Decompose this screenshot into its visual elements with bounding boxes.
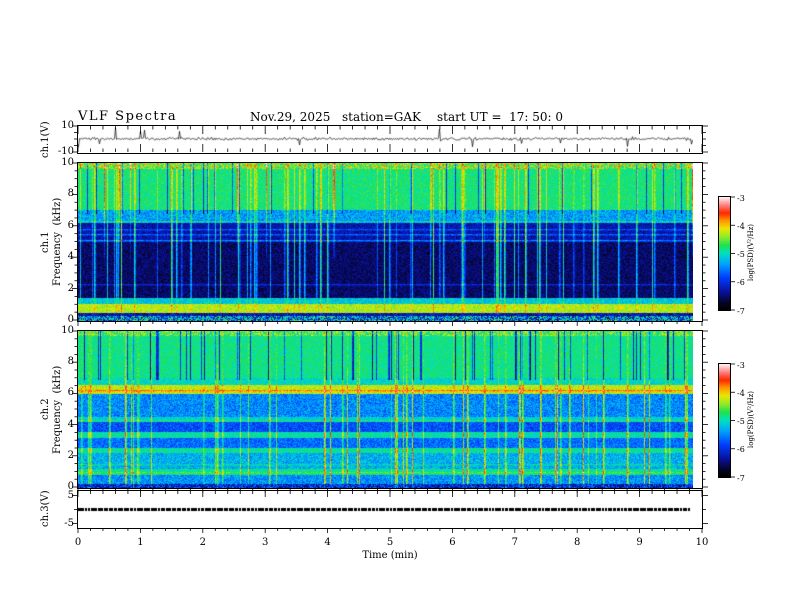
colorbar2-tick-label: -4 (737, 388, 745, 398)
colorbar-2-canvas (719, 364, 730, 477)
ch3-canvas (78, 491, 693, 528)
x-tick-label: 8 (574, 537, 581, 548)
figure-root: VLF Spectra Nov.29, 2025 station=GAK sta… (0, 0, 792, 612)
x-axis-title: Time (min) (362, 550, 418, 561)
colorbar-1 (718, 196, 731, 311)
x-tick-label: 1 (137, 537, 144, 548)
x-tick-label: 6 (449, 537, 456, 548)
ch2-spectrogram-panel (77, 330, 703, 489)
waveform-panel (77, 125, 703, 154)
x-tick-label: 9 (636, 537, 643, 548)
y-label-ch3v: ch.3(V) (40, 490, 51, 528)
y-label-spec1-frequency: Frequency (kHz) (52, 197, 63, 287)
ch1-spectrogram-panel (77, 162, 703, 322)
colorbar1-tick-label: -4 (737, 221, 745, 231)
x-tick-label: 2 (199, 537, 206, 548)
y-label-ch1v: ch.1(V) (40, 121, 51, 159)
waveform-canvas (78, 126, 693, 153)
colorbar2-tick-label: -7 (737, 473, 745, 483)
colorbar-2-unit-label: log(PSD)(V²/Hz) (747, 391, 755, 448)
colorbar1-tick-label: -7 (737, 306, 745, 316)
colorbar-1-unit-label: log(PSD)(V²/Hz) (747, 224, 755, 281)
ch3-panel (77, 490, 703, 529)
y-label-spec2-frequency: Frequency (kHz) (52, 365, 63, 454)
ch2-spectrogram-canvas (78, 331, 693, 488)
colorbar1-tick-label: -3 (737, 193, 745, 203)
header-date: Nov.29, 2025 (250, 110, 331, 124)
colorbar2-tick-label: -6 (737, 445, 745, 455)
colorbar-1-canvas (719, 197, 730, 310)
x-tick-label: 0 (74, 537, 82, 548)
page-title: VLF Spectra (78, 109, 178, 124)
x-tick-label: 3 (262, 537, 269, 548)
x-tick-label: 10 (695, 537, 709, 548)
colorbar1-tick-label: -6 (737, 278, 745, 288)
header-start-ut: start UT = 17: 50: 0 (437, 110, 564, 124)
colorbar1-tick-label: -5 (737, 250, 745, 259)
y-label-spec1-channel: ch.1 (40, 231, 51, 253)
colorbar-2 (718, 363, 731, 478)
header-station: station=GAK (342, 110, 422, 124)
ch1-spectrogram-canvas (78, 163, 693, 321)
x-tick-label: 5 (386, 537, 394, 548)
x-tick-label: 7 (511, 537, 518, 548)
colorbar2-tick-label: -5 (737, 417, 745, 426)
x-tick-label: 4 (324, 537, 331, 548)
y-label-spec2-channel: ch.2 (40, 398, 51, 421)
colorbar2-tick-label: -3 (737, 360, 745, 370)
